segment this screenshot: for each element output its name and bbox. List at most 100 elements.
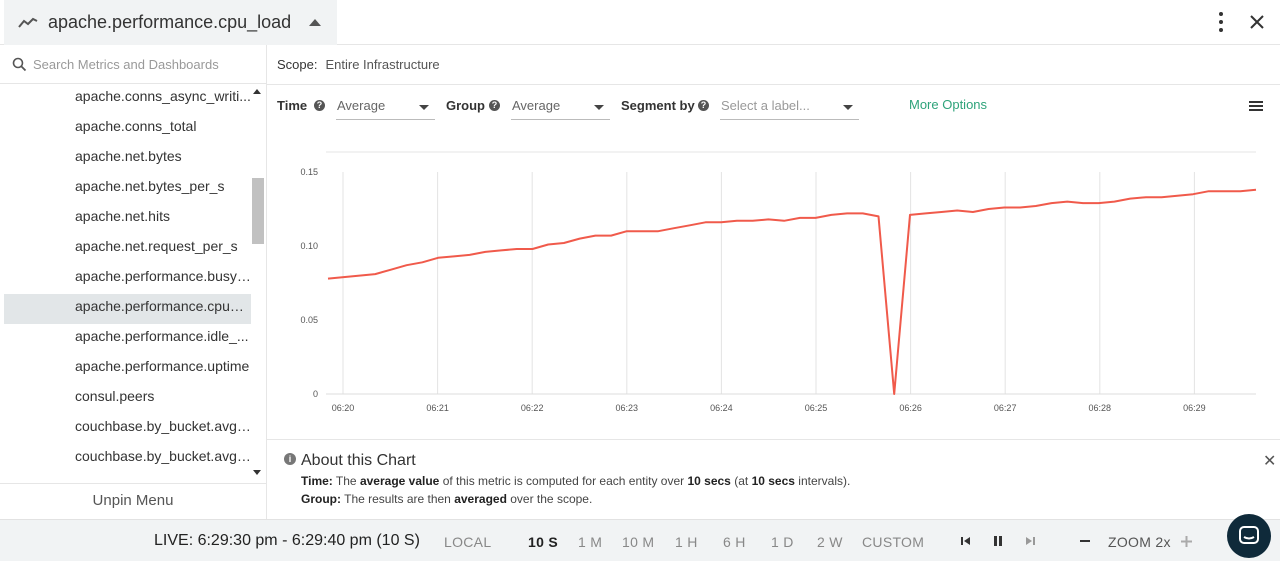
list-item[interactable]: apache.net.bytes xyxy=(4,144,251,174)
y-tick-label: 0.15 xyxy=(300,167,318,177)
list-item[interactable]: apache.net.hits xyxy=(4,204,251,234)
x-tick-label: 06:29 xyxy=(1183,403,1206,413)
list-item[interactable]: couchbase.by_bucket.avg_... xyxy=(4,444,251,474)
about-group-line: Group: The results are then averaged ove… xyxy=(301,492,592,506)
about-text: The results are then xyxy=(344,492,451,506)
list-item[interactable]: apache.performance.cpu_l... xyxy=(4,294,251,324)
x-tick-label: 06:27 xyxy=(994,403,1017,413)
caret-up-icon[interactable] xyxy=(309,19,322,26)
chat-icon xyxy=(1239,526,1259,544)
list-item[interactable]: apache.conns_total xyxy=(4,114,251,144)
scrollbar[interactable] xyxy=(251,84,265,481)
info-icon: i xyxy=(284,453,296,465)
local-time-toggle[interactable]: LOCAL xyxy=(444,534,491,550)
group-aggregation-select[interactable]: Average xyxy=(511,93,610,120)
x-tick-label: 06:22 xyxy=(521,403,544,413)
y-tick-label: 0 xyxy=(313,389,318,399)
line-chart: 06:20 06:21 06:22 06:23 06:24 06:25 06:26 06:27… xyxy=(300,151,1257,413)
about-text: (at xyxy=(734,474,749,488)
about-bold: 10 secs xyxy=(687,474,731,488)
chevron-down-icon xyxy=(594,105,604,110)
page-title: apache.performance.cpu_load xyxy=(48,12,292,32)
list-item[interactable]: consul.peers xyxy=(4,384,251,414)
pause-icon[interactable] xyxy=(992,535,1004,547)
scroll-up-arrow-icon[interactable] xyxy=(253,89,261,94)
metric-title-tab[interactable]: apache.performance.cpu_load xyxy=(4,0,337,45)
segment-placeholder: Select a label... xyxy=(721,98,810,113)
skip-back-icon[interactable] xyxy=(960,535,972,547)
segment-help-icon[interactable]: ? xyxy=(698,100,709,111)
zoom-in-icon[interactable] xyxy=(1181,536,1192,547)
metrics-sidebar: apache.conns_async_writi...apache.conns_… xyxy=(0,45,267,519)
group-aggregation-value: Average xyxy=(512,98,561,113)
about-chart-panel: i About this Chart Time: The average val… xyxy=(267,439,1280,519)
scope-value[interactable]: Entire Infrastructure xyxy=(325,57,439,72)
time-aggregation-select[interactable]: Average xyxy=(336,93,435,120)
list-item[interactable]: apache.performance.idle_... xyxy=(4,324,251,354)
unpin-menu-button[interactable]: Unpin Menu xyxy=(0,483,266,519)
search-bar xyxy=(0,45,266,84)
scope-label: Scope: xyxy=(277,57,318,72)
range-1h[interactable]: 1 H xyxy=(675,534,698,550)
time-label: Time xyxy=(277,98,308,113)
chevron-down-icon xyxy=(419,105,429,110)
legend-list-icon[interactable] xyxy=(1249,101,1263,111)
segment-label: Segment by xyxy=(621,98,695,113)
chart-controls: Time ? Average Group ? Average Segment b… xyxy=(267,85,1280,135)
time-aggregation-value: Average xyxy=(337,98,386,113)
range-1m[interactable]: 1 M xyxy=(578,534,602,550)
list-item[interactable]: apache.conns_async_writi... xyxy=(4,84,251,114)
chevron-down-icon xyxy=(843,105,853,110)
about-group-label: Group: xyxy=(301,492,341,506)
range-10s[interactable]: 10 S xyxy=(528,534,558,550)
list-item[interactable]: apache.performance.busy_... xyxy=(4,264,251,294)
about-text: The xyxy=(335,474,357,488)
skip-forward-icon[interactable] xyxy=(1024,535,1036,547)
chat-support-button[interactable] xyxy=(1227,514,1271,558)
range-10m[interactable]: 10 M xyxy=(622,534,654,550)
range-2w[interactable]: 2 W xyxy=(817,534,843,550)
scope-bar: Scope: Entire Infrastructure xyxy=(267,45,1280,85)
x-tick-label: 06:20 xyxy=(332,403,355,413)
group-help-icon[interactable]: ? xyxy=(489,100,500,111)
range-6h[interactable]: 6 H xyxy=(723,534,746,550)
search-input[interactable] xyxy=(33,56,253,72)
close-about-icon[interactable]: ✕ xyxy=(1263,451,1276,471)
range-1d[interactable]: 1 D xyxy=(771,534,794,550)
list-item[interactable]: couchbase.by_bucket.avg_... xyxy=(4,414,251,444)
list-item[interactable]: apache.net.bytes_per_s xyxy=(4,174,251,204)
y-tick-label: 0.05 xyxy=(300,315,318,325)
x-tick-label: 06:28 xyxy=(1089,403,1112,413)
time-help-icon[interactable]: ? xyxy=(314,100,325,111)
about-title: About this Chart xyxy=(301,452,416,469)
list-item[interactable]: apache.net.request_per_s xyxy=(4,234,251,264)
about-text: intervals). xyxy=(798,474,851,488)
kebab-menu-icon[interactable] xyxy=(1209,10,1233,34)
series-line xyxy=(327,188,1257,395)
y-tick-label: 0.10 xyxy=(300,241,318,251)
chart: 06:20 06:21 06:22 06:23 06:24 06:25 06:26 06:27… xyxy=(267,135,1280,439)
x-tick-label: 06:25 xyxy=(805,403,828,413)
more-options-link[interactable]: More Options xyxy=(909,97,987,112)
about-bold: averaged xyxy=(454,492,507,506)
zoom-level: ZOOM 2x xyxy=(1108,534,1171,550)
about-bold: average value xyxy=(359,474,440,488)
close-icon[interactable] xyxy=(1245,10,1269,34)
segment-select[interactable]: Select a label... xyxy=(720,93,859,120)
about-text: of this metric is computed for each enti… xyxy=(442,474,685,488)
x-tick-label: 06:23 xyxy=(616,403,639,413)
time-footer: LIVE: 6:29:30 pm - 6:29:40 pm (10 S) LOC… xyxy=(0,519,1280,561)
search-icon xyxy=(12,57,27,71)
x-tick-label: 06:24 xyxy=(710,403,733,413)
list-item[interactable]: couchbase.by_bucket... xyxy=(4,474,251,481)
live-time-range: LIVE: 6:29:30 pm - 6:29:40 pm (10 S) xyxy=(154,532,420,549)
range-custom[interactable]: CUSTOM xyxy=(862,534,924,550)
scroll-down-arrow-icon[interactable] xyxy=(253,470,261,475)
list-item[interactable]: apache.performance.uptime xyxy=(4,354,251,384)
scrollbar-thumb[interactable] xyxy=(252,178,264,244)
line-chart-icon xyxy=(18,17,38,28)
header: apache.performance.cpu_load xyxy=(0,0,1280,45)
group-label: Group xyxy=(446,98,485,113)
zoom-out-icon[interactable] xyxy=(1080,539,1090,543)
about-time-line: Time: The average value of this metric i… xyxy=(301,474,850,488)
